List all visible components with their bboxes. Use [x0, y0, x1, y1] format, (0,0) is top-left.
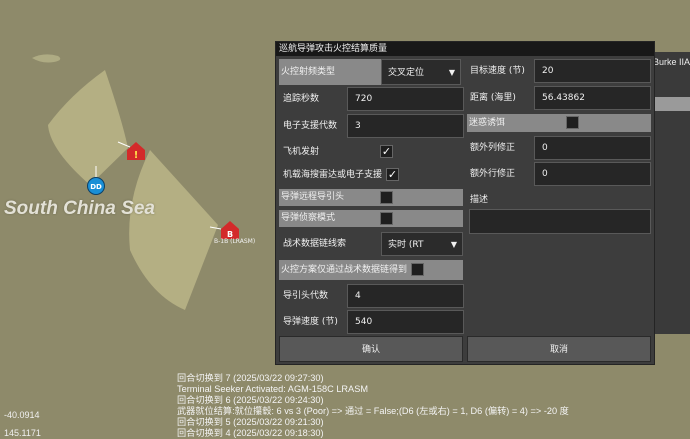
message-log: 回合切换到 7 (2025/03/22 09:27:30) Terminal S…: [177, 373, 677, 439]
missile-recon-mode-checkbox[interactable]: [380, 212, 393, 225]
coordinate-readout-2: 145.1171: [4, 428, 41, 438]
description-label: 描述: [470, 195, 489, 205]
dropdown-arrow-icon: ▼: [450, 240, 457, 249]
missile-remote-seeker-checkbox[interactable]: [380, 191, 393, 204]
esm-generation-label: 电子支援代数: [283, 121, 338, 131]
coordinate-readout-1: -40.0914: [4, 410, 40, 420]
log-line: 回合切换到 6 (2025/03/22 09:24:30): [177, 395, 324, 405]
distance-input[interactable]: 56.43862: [534, 86, 651, 110]
missile-speed-label: 导弹速度 (节): [283, 317, 338, 327]
airborne-radar-checkbox[interactable]: ✓: [386, 168, 399, 181]
extra-row-label: 额外行修正: [470, 169, 516, 179]
target-speed-input[interactable]: 20: [534, 59, 651, 83]
tactical-datalink-select[interactable]: 实时 (RT ▼: [381, 232, 463, 256]
aircraft-launch-checkbox[interactable]: ✓: [380, 145, 393, 158]
dialog-title[interactable]: 巡航导弹攻击火控结算质量: [276, 42, 654, 56]
esm-generation-input[interactable]: 3: [347, 114, 464, 138]
fire-control-type-label: 火控射频类型: [279, 59, 381, 85]
log-line: 回合切换到 7 (2025/03/22 09:27:30): [177, 373, 324, 383]
background-selected-row: [652, 97, 690, 111]
bomber-unit-label: B-1B (LRASM): [214, 238, 256, 245]
extra-column-input[interactable]: 0: [534, 136, 651, 160]
airborne-radar-label: 机载海搜雷达或电子支援: [283, 170, 383, 180]
dropdown-arrow-icon: ▼: [448, 68, 455, 77]
alert-glyph: !: [134, 150, 139, 161]
description-input[interactable]: [469, 209, 651, 234]
target-speed-label: 目标速度 (节): [470, 66, 525, 76]
dd-unit-label: DD: [90, 183, 102, 191]
background-unit-panel: Burke IIA A: [648, 52, 690, 334]
log-line: 武器就位结算:就位攥毂: 6 vs 3 (Poor) => 通过 = False…: [177, 406, 569, 416]
distance-label: 距离 (海里): [470, 93, 516, 103]
missile-remote-seeker-label: 导弹远程导引头: [279, 189, 463, 206]
missile-recon-mode-label: 导弹侦察模式: [279, 210, 463, 227]
log-line: 回合切换到 5 (2025/03/22 09:21:30): [177, 417, 324, 427]
background-unit-name: Burke IIA: [653, 57, 690, 67]
seeker-generation-input[interactable]: 4: [347, 284, 464, 308]
datalink-only-checkbox[interactable]: [411, 263, 424, 276]
extra-row-input[interactable]: 0: [534, 162, 651, 186]
fire-control-dialog: 巡航导弹攻击火控结算质量 火控射频类型 交叉定位 ▼ 追踪秒数 720 电子支援…: [275, 41, 655, 365]
tactical-datalink-label: 战术数据链线索: [283, 239, 347, 249]
datalink-only-label: 火控方案仅通过战术数据链得到: [279, 260, 463, 280]
confirm-button[interactable]: 确认: [279, 336, 463, 362]
fire-control-type-value: 交叉定位: [388, 68, 425, 78]
decoy-label: 迷惑诱饵: [467, 114, 651, 132]
missile-speed-input[interactable]: 540: [347, 310, 464, 334]
cancel-button[interactable]: 取消: [467, 336, 651, 362]
extra-column-label: 额外列修正: [470, 143, 516, 153]
seeker-generation-label: 导引头代数: [283, 291, 329, 301]
aircraft-launch-label: 飞机发射: [283, 147, 320, 157]
decoy-checkbox[interactable]: [566, 116, 579, 129]
log-line: Terminal Seeker Activated: AGM-158C LRAS…: [177, 384, 368, 394]
sea-name-label: South China Sea: [4, 198, 155, 219]
tracking-seconds-input[interactable]: 720: [347, 87, 464, 111]
fire-control-type-select[interactable]: 交叉定位 ▼: [381, 59, 461, 85]
tracking-seconds-label: 追踪秒数: [283, 94, 320, 104]
tactical-datalink-value: 实时 (RT: [388, 240, 424, 250]
